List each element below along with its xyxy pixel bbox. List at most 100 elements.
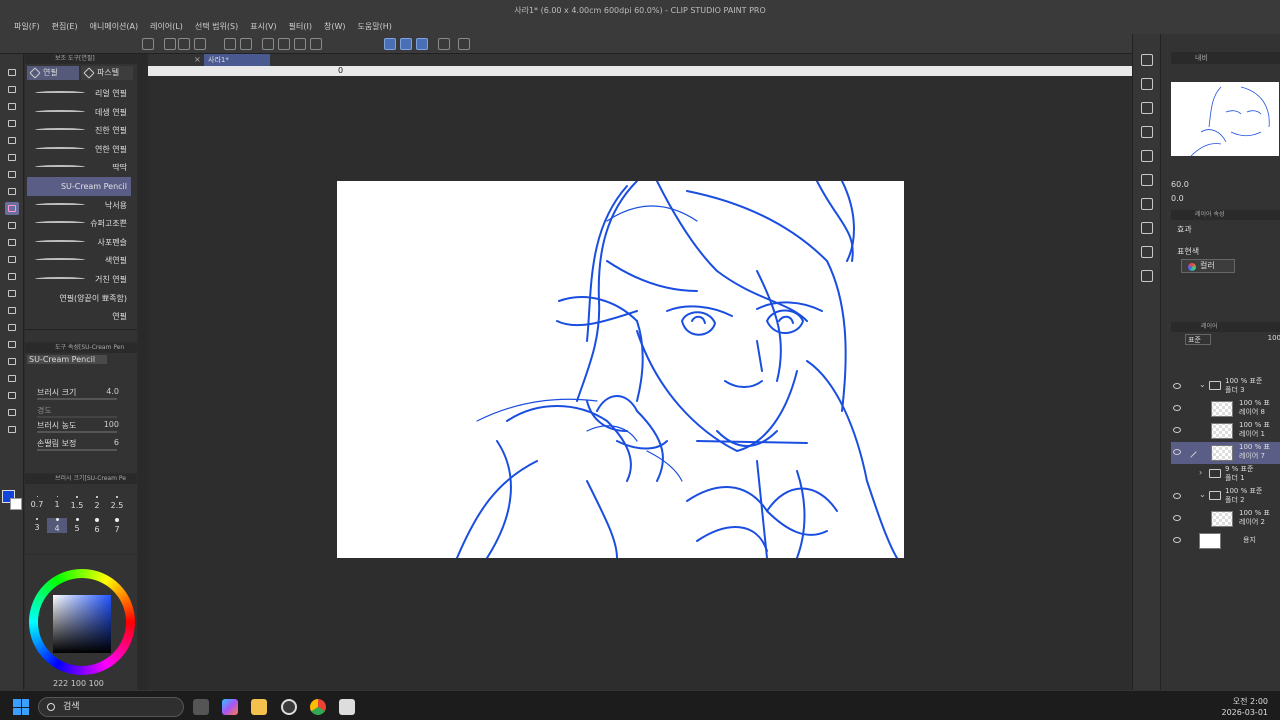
tab-pencil[interactable]: 연필 [27, 66, 79, 80]
layer-icon[interactable] [1141, 150, 1153, 162]
brush-item[interactable]: 낙서용 [27, 196, 131, 215]
close-tab-icon[interactable]: × [194, 54, 201, 66]
new-file-icon[interactable] [164, 38, 176, 50]
home-icon[interactable] [142, 38, 154, 50]
balloon-tool-icon[interactable] [5, 372, 19, 385]
slider[interactable] [37, 431, 117, 433]
brush-size-option[interactable]: 2 [87, 496, 107, 510]
camera-icon[interactable] [1141, 246, 1153, 258]
chevron-down-icon[interactable]: ⌄ [1199, 380, 1206, 389]
redo-icon[interactable] [240, 38, 252, 50]
menu-window[interactable]: 창(W) [318, 20, 352, 34]
open-file-icon[interactable] [178, 38, 190, 50]
visibility-eye-icon[interactable] [1173, 493, 1181, 499]
sub-color-swatch[interactable] [10, 498, 22, 510]
clip-studio-icon[interactable] [339, 699, 355, 715]
brush-item[interactable]: 연필 [27, 307, 131, 326]
layer-folder-row[interactable]: ⌄ 100 % 표준 폴더 3 [1171, 376, 1280, 398]
brush-size-option-selected[interactable]: 4 [47, 518, 67, 533]
brush-item[interactable]: 진한 연필 [27, 121, 131, 140]
ruler-tool-icon[interactable] [5, 338, 19, 351]
frame-tool-icon[interactable] [5, 321, 19, 334]
drawing-canvas[interactable] [337, 181, 904, 558]
history-icon[interactable] [1141, 174, 1153, 186]
visibility-eye-icon[interactable] [1173, 427, 1181, 433]
task-view-icon[interactable] [193, 699, 209, 715]
gradient-tool-icon[interactable] [5, 304, 19, 317]
windows-start-icon[interactable] [13, 699, 29, 715]
slider[interactable] [37, 398, 117, 400]
brush-tool-icon[interactable] [5, 236, 19, 249]
eraser-tool-icon[interactable] [5, 270, 19, 283]
brush-size-option[interactable]: 3 [27, 518, 47, 532]
blend-mode-select[interactable]: 표준 [1185, 334, 1211, 345]
figure-tool-icon[interactable] [5, 355, 19, 368]
brush-size-option[interactable]: 5 [67, 518, 87, 533]
eyedropper-tool-icon[interactable] [5, 185, 19, 198]
brush-item[interactable]: 연한 연필 [27, 140, 131, 159]
expression-color-dropdown[interactable]: 컬러 [1181, 259, 1235, 273]
paper-layer-row[interactable]: 용지 [1171, 530, 1280, 552]
auto-select-tool-icon[interactable] [5, 151, 19, 164]
canvas-area[interactable]: × 사라1* 0 [148, 54, 1132, 690]
chrome-icon[interactable] [310, 699, 326, 715]
rotate-value[interactable]: 0.0 [1171, 194, 1184, 203]
zoom-value[interactable]: 60.0 [1171, 180, 1189, 189]
document-tab[interactable]: 사라1* [204, 54, 270, 66]
menu-help[interactable]: 도움말(H) [352, 20, 398, 34]
clear-outside-icon[interactable] [278, 38, 290, 50]
visibility-eye-icon[interactable] [1173, 383, 1181, 389]
selection-tool-icon[interactable] [5, 134, 19, 147]
fill-icon[interactable] [294, 38, 306, 50]
taskbar-search[interactable]: 검색 [38, 697, 184, 717]
pencil-tool-icon[interactable] [5, 202, 19, 215]
layer-folder-row[interactable]: › 9 % 표준 폴더 1 [1171, 464, 1280, 486]
move-tool-icon[interactable] [5, 83, 19, 96]
system-clock[interactable]: 오전 2:00 2026-03-01 [1222, 696, 1269, 718]
chevron-down-icon[interactable]: ⌄ [1199, 490, 1206, 499]
chevron-right-icon[interactable]: › [1199, 468, 1202, 477]
text-tool-icon[interactable] [5, 389, 19, 402]
stabilization-row[interactable]: 손떨림 보정 6 [37, 438, 131, 451]
undo-icon[interactable] [224, 38, 236, 50]
help-icon[interactable] [458, 38, 470, 50]
close-panel-icon[interactable] [1141, 126, 1153, 138]
layer-opacity-value[interactable]: 100 [1268, 334, 1280, 342]
pen-tool-icon[interactable] [5, 219, 19, 232]
material-icon[interactable] [1141, 102, 1153, 114]
row-value[interactable]: 4.0 [106, 387, 119, 396]
clear-icon[interactable] [262, 38, 274, 50]
lasso-tool-icon[interactable] [5, 168, 19, 181]
brush-size-option[interactable]: 2.5 [107, 496, 127, 510]
operation-tool-icon[interactable] [5, 100, 19, 113]
brush-item[interactable]: 데생 연필 [27, 103, 131, 122]
menu-selection[interactable]: 선택 범위(S) [189, 20, 244, 34]
tab-pastel[interactable]: 파스텔 [81, 66, 133, 80]
copilot-icon[interactable] [222, 699, 238, 715]
brush-item[interactable]: 사포펜슬 [27, 233, 131, 252]
left-panel-scrollbar[interactable] [138, 54, 148, 690]
zoom-tool-icon[interactable] [5, 66, 19, 79]
brush-density-row[interactable]: 브러시 농도 100 [37, 420, 131, 433]
brush-item[interactable]: 슈퍼고조쁜 [27, 214, 131, 233]
material-folder-icon[interactable] [1141, 222, 1153, 234]
snap-special-ruler-icon[interactable] [400, 38, 412, 50]
brush-size-row[interactable]: 브러시 크기 4.0 [37, 387, 131, 400]
menu-file[interactable]: 파일(F) [8, 20, 46, 34]
slider[interactable] [37, 449, 117, 451]
row-value[interactable]: 100 [104, 420, 119, 429]
brush-size-option[interactable]: 6 [87, 518, 107, 534]
layer-row-selected[interactable]: 100 % 표 레이어 7 [1171, 442, 1280, 464]
brush-item[interactable]: 색연필 [27, 251, 131, 270]
export-icon[interactable] [1141, 270, 1153, 282]
brush-size-option[interactable]: 0.7 [27, 496, 47, 509]
layer-row[interactable]: 100 % 표 레이어 8 [1171, 398, 1280, 420]
save-icon[interactable] [194, 38, 206, 50]
menu-animation[interactable]: 애니메이션(A) [84, 20, 145, 34]
item-bank-icon[interactable] [1141, 198, 1153, 210]
brush-item[interactable]: 딱딱 [27, 158, 131, 177]
layer-row[interactable]: 100 % 표 레이어 2 [1171, 508, 1280, 530]
brush-size-option[interactable]: 7 [107, 518, 127, 534]
file-explorer-icon[interactable] [251, 699, 267, 715]
tablet-icon[interactable] [438, 38, 450, 50]
